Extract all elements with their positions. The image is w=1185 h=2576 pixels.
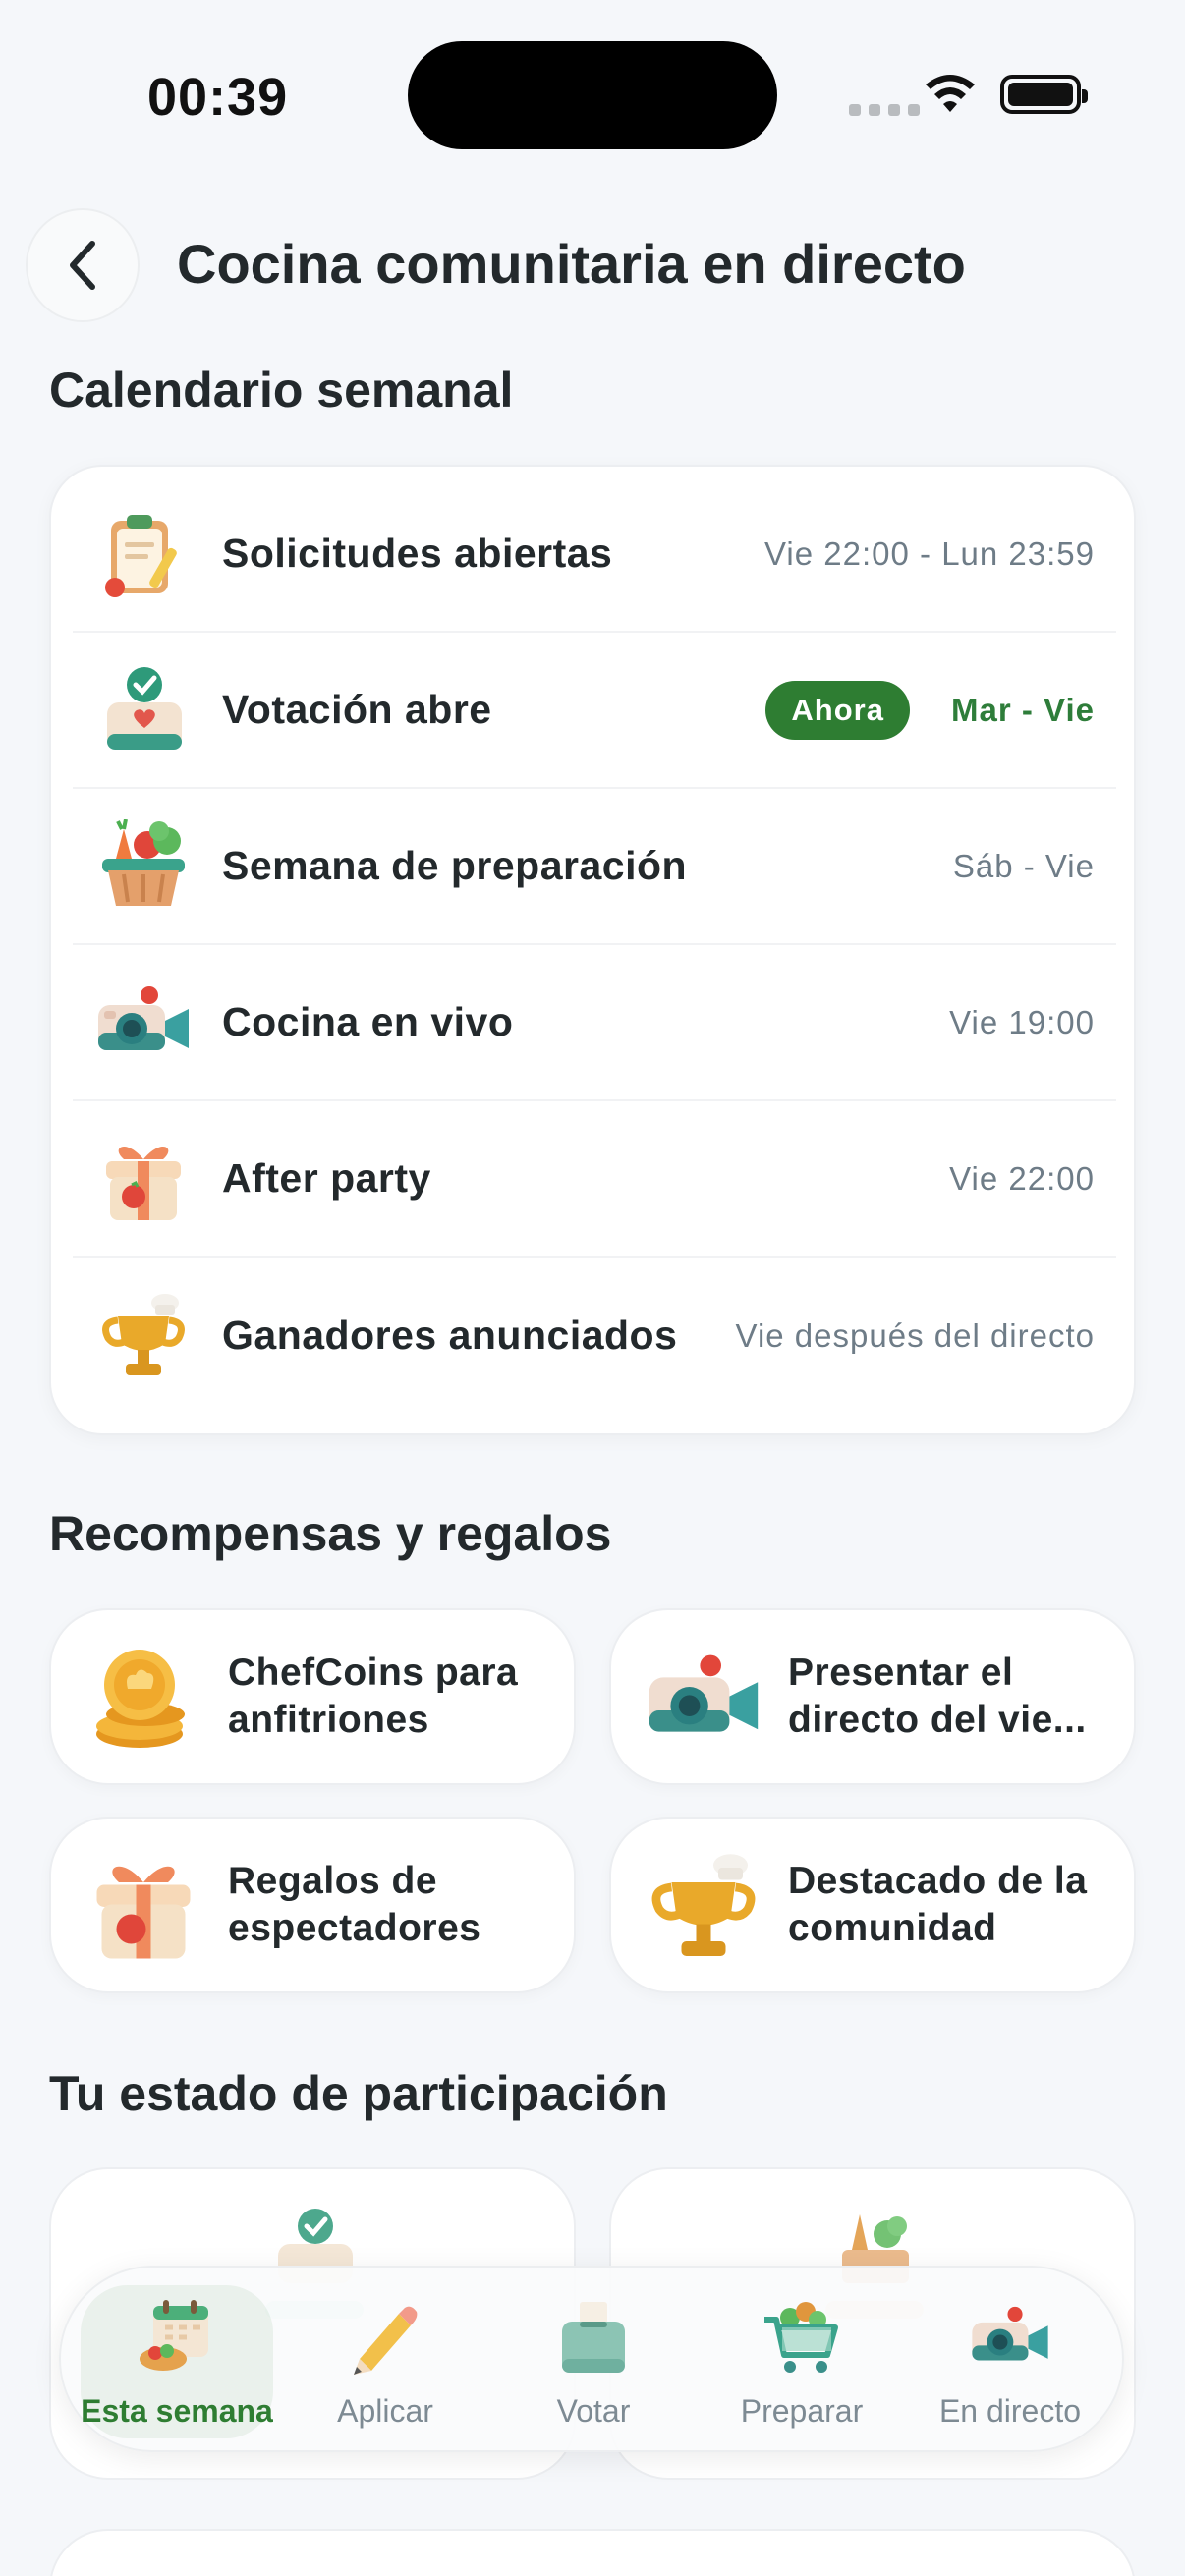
gift-icon <box>94 1130 193 1228</box>
calendar-icon <box>133 2295 221 2380</box>
reward-card-chefcoins[interactable]: ChefCoins para anfitriones <box>49 1608 576 1785</box>
status-time: 00:39 <box>147 68 289 127</box>
page-title: Cocina comunitaria en directo <box>177 233 966 295</box>
cart-icon <box>758 2295 846 2380</box>
reward-label: Presentar el directo del vie... <box>788 1652 1087 1741</box>
pencil-icon <box>341 2295 429 2380</box>
tab-label: Preparar <box>740 2393 864 2429</box>
signal-icon <box>849 104 920 116</box>
calendar-row-label: Ganadores anunciados <box>222 1313 678 1358</box>
coins-icon <box>83 1638 204 1760</box>
ballot-box-icon <box>549 2295 638 2380</box>
tab-apply[interactable]: Aplicar <box>289 2285 481 2438</box>
rewards-section-title: Recompensas y regalos <box>49 1506 612 1561</box>
calendar-row-live-cooking[interactable]: Cocina en vivo Vie 19:00 <box>73 945 1116 1101</box>
calendar-row-date: Mar - Vie <box>951 691 1095 728</box>
back-button[interactable] <box>26 208 140 322</box>
tab-label: Esta semana <box>81 2393 273 2429</box>
calendar-row-voting[interactable]: Votación abre Ahora Mar - Vie <box>73 633 1116 789</box>
calendar-section-title: Calendario semanal <box>49 363 514 418</box>
clipboard-icon <box>94 505 193 603</box>
reward-label: Regalos de espectadores <box>228 1860 481 1949</box>
chevron-left-icon <box>70 241 95 290</box>
tab-live[interactable]: En directo <box>914 2285 1106 2438</box>
participation-section-title: Tu estado de participación <box>49 2066 668 2121</box>
tab-prepare[interactable]: Preparar <box>705 2285 898 2438</box>
calendar-row-winners[interactable]: Ganadores anunciados Vie después del dir… <box>73 1258 1116 1414</box>
gift-icon <box>83 1846 204 1968</box>
status-bar: 00:39 <box>0 0 1185 187</box>
tab-label: En directo <box>938 2393 1082 2429</box>
trophy-icon <box>643 1846 764 1968</box>
calendar-row-date: Vie 22:00 <box>949 1159 1095 1197</box>
bottom-card[interactable] <box>49 2529 1136 2576</box>
calendar-row-label: Cocina en vivo <box>222 999 514 1044</box>
tab-vote[interactable]: Votar <box>497 2285 690 2438</box>
dynamic-island <box>408 41 777 149</box>
camera-icon <box>643 1638 764 1760</box>
tab-label: Votar <box>556 2393 631 2429</box>
vegetable-basket-icon <box>94 817 193 916</box>
wifi-icon <box>926 75 975 112</box>
reward-label: ChefCoins para anfitriones <box>228 1652 519 1741</box>
camera-icon <box>966 2295 1054 2380</box>
reward-label: Destacado de la comunidad <box>788 1860 1088 1949</box>
calendar-row-label: After party <box>222 1155 431 1201</box>
calendar-row-label: Votación abre <box>222 687 492 732</box>
calendar-row-after-party[interactable]: After party Vie 22:00 <box>73 1101 1116 1258</box>
calendar-row-label: Semana de preparación <box>222 843 688 888</box>
reward-card-viewer-gifts[interactable]: Regalos de espectadores <box>49 1817 576 1993</box>
now-badge: Ahora <box>765 680 910 740</box>
calendar-row-prep-week[interactable]: Semana de preparación Sáb - Vie <box>73 789 1116 945</box>
calendar-row-date: Vie 19:00 <box>949 1003 1095 1040</box>
calendar-row-applications[interactable]: Solicitudes abiertas Vie 22:00 - Lun 23:… <box>73 476 1116 633</box>
tab-this-week[interactable]: Esta semana <box>81 2285 273 2438</box>
battery-icon <box>1000 75 1088 114</box>
calendar-row-label: Solicitudes abiertas <box>222 531 613 576</box>
reward-card-community-feature[interactable]: Destacado de la comunidad <box>609 1817 1136 1993</box>
calendar-row-date: Vie 22:00 - Lun 23:59 <box>764 534 1095 572</box>
calendar-row-date: Sáb - Vie <box>952 847 1095 884</box>
reward-card-host-live[interactable]: Presentar el directo del vie... <box>609 1608 1136 1785</box>
tab-label: Aplicar <box>337 2393 433 2429</box>
trophy-icon <box>94 1287 193 1385</box>
camera-icon <box>94 974 193 1072</box>
tab-bar: Esta semana Aplicar Votar Preparar En di… <box>59 2266 1124 2452</box>
weekly-calendar-card: Solicitudes abiertas Vie 22:00 - Lun 23:… <box>49 465 1136 1435</box>
calendar-row-date: Vie después del directo <box>735 1316 1095 1354</box>
ballot-box-icon <box>94 661 193 759</box>
